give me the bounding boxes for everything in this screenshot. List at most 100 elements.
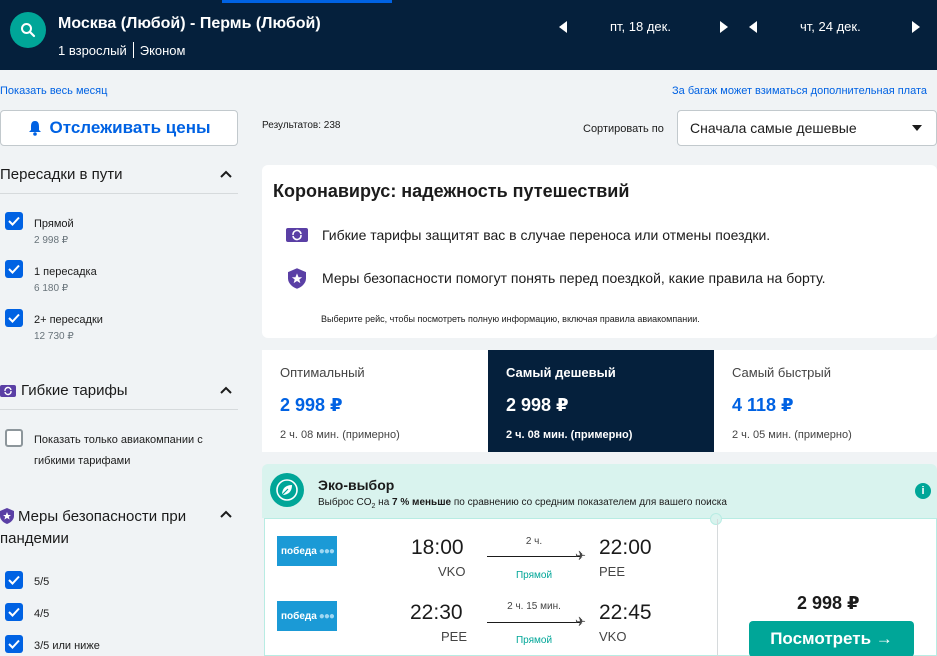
airline-logo: победа ●●● bbox=[277, 536, 337, 566]
stops-two-plus-checkbox[interactable] bbox=[5, 309, 23, 327]
tab-label: Оптимальный bbox=[280, 365, 365, 380]
leaf-icon bbox=[270, 473, 304, 507]
safety-4-checkbox[interactable] bbox=[5, 603, 23, 621]
prev-return-date-button[interactable] bbox=[746, 18, 760, 36]
stops-option-price: 2 998 ₽ bbox=[34, 235, 69, 246]
view-flight-button[interactable]: Посмотреть → bbox=[749, 621, 914, 656]
covid-safety-row: Меры безопасности помогут понять перед п… bbox=[286, 267, 826, 289]
check-icon bbox=[8, 313, 20, 323]
flex-fares-only-checkbox[interactable] bbox=[5, 429, 23, 447]
tab-duration: 2 ч. 08 мин. (примерно) bbox=[506, 429, 633, 441]
covid-flex-text: Гибкие тарифы защитят вас в случае перен… bbox=[322, 227, 771, 243]
safety-option-label: 4/5 bbox=[34, 608, 50, 620]
flight-duration: 2 ч. bbox=[525, 536, 543, 547]
check-icon bbox=[8, 607, 20, 617]
route-title[interactable]: Москва (Любой) - Пермь (Любой) bbox=[58, 15, 321, 33]
eco-desc-bold: 7 % меньше bbox=[392, 497, 452, 508]
chevron-up-icon bbox=[220, 386, 232, 394]
flexible-ticket-icon bbox=[286, 224, 308, 246]
safety-3-checkbox[interactable] bbox=[5, 635, 23, 653]
triangle-left-icon bbox=[749, 21, 757, 33]
safety-title-line2: пандемии bbox=[0, 530, 69, 547]
plane-icon: ✈ bbox=[575, 614, 586, 629]
caret-down-icon bbox=[912, 125, 922, 131]
sort-select[interactable]: Сначала самые дешевые bbox=[677, 110, 937, 146]
tab-fastest[interactable]: Самый быстрый 4 118 ₽ 2 ч. 05 мин. (прим… bbox=[714, 350, 937, 452]
logo-dots-icon: ●●● bbox=[318, 545, 335, 557]
safety-title-wrap: Меры безопасности при пандемии bbox=[0, 506, 186, 550]
search-icon bbox=[21, 23, 36, 38]
shield-icon bbox=[286, 267, 308, 289]
passenger-cabin-summary[interactable]: 1 взрослый Эконом bbox=[58, 42, 185, 58]
safety-title-lines: Меры безопасности при пандемии bbox=[0, 506, 187, 550]
tab-cheapest[interactable]: Самый дешевый 2 998 ₽ 2 ч. 08 мин. (прим… bbox=[488, 350, 714, 452]
stops-option-label: Прямой bbox=[34, 218, 74, 230]
check-icon bbox=[8, 575, 20, 585]
airline-logo: победа ●●● bbox=[277, 601, 337, 631]
ticket-notch bbox=[710, 513, 722, 525]
show-whole-month-link[interactable]: Показать весь месяц bbox=[0, 85, 107, 97]
stops-option-price: 6 180 ₽ bbox=[34, 283, 69, 294]
stops-option-label: 1 пересадка bbox=[34, 266, 97, 278]
safety-title-line1: Меры безопасности при bbox=[18, 508, 187, 525]
eco-choice-banner: Эко-выбор Выброс CO2 на 7 % меньше по ср… bbox=[262, 464, 937, 518]
stops-label: Прямой bbox=[515, 635, 553, 646]
check-icon bbox=[8, 216, 20, 226]
triangle-right-icon bbox=[720, 21, 728, 33]
tab-optimal[interactable]: Оптимальный 2 998 ₽ 2 ч. 08 мин. (пример… bbox=[262, 350, 488, 452]
divider bbox=[0, 193, 238, 194]
stops-one-checkbox[interactable] bbox=[5, 260, 23, 278]
flight-duration: 2 ч. 15 мин. bbox=[507, 601, 561, 612]
eco-title: Эко-выбор bbox=[318, 477, 395, 493]
depart-date[interactable]: пт, 18 дек. bbox=[610, 19, 671, 34]
airline-name: победа bbox=[281, 545, 317, 557]
track-prices-button[interactable]: Отслеживать цены bbox=[0, 110, 238, 146]
header-accent-bar bbox=[222, 0, 392, 3]
results-count: Результатов: 238 bbox=[262, 120, 341, 131]
flex-fares-title: Гибкие тарифы bbox=[21, 382, 128, 399]
departure-time: 22:30 bbox=[410, 601, 463, 624]
tab-duration: 2 ч. 08 мин. (примерно) bbox=[280, 429, 400, 441]
flex-fares-filter-header[interactable]: Гибкие тарифы bbox=[0, 382, 238, 399]
departure-airport: VKO bbox=[438, 564, 466, 579]
prev-depart-date-button[interactable] bbox=[556, 18, 570, 36]
arrival-airport: VKO bbox=[599, 629, 627, 644]
stops-label: Прямой bbox=[515, 570, 553, 581]
eco-desc-pre: Выброс CO bbox=[318, 497, 372, 508]
stops-filter-title: Пересадки в пути bbox=[0, 166, 123, 183]
stops-direct-checkbox[interactable] bbox=[5, 212, 23, 230]
eco-desc-mid: на bbox=[375, 497, 393, 508]
shield-icon bbox=[0, 508, 14, 524]
passengers-label: 1 взрослый bbox=[58, 42, 127, 58]
search-button[interactable] bbox=[10, 12, 46, 48]
eco-description: Выброс CO2 на 7 % меньше по сравнению со… bbox=[318, 497, 727, 510]
info-icon[interactable]: i bbox=[915, 483, 931, 499]
chevron-up-icon bbox=[220, 510, 232, 518]
arrival-time: 22:00 bbox=[599, 536, 652, 559]
track-prices-label: Отслеживать цены bbox=[49, 118, 211, 137]
baggage-fee-link[interactable]: За багаж может взиматься дополнительная … bbox=[672, 85, 927, 97]
next-depart-date-button[interactable] bbox=[717, 18, 731, 36]
safety-option-label: 3/5 или ниже bbox=[34, 640, 100, 652]
safety-5-checkbox[interactable] bbox=[5, 571, 23, 589]
search-summary-header: Москва (Любой) - Пермь (Любой) 1 взрослы… bbox=[0, 0, 937, 70]
departure-airport: PEE bbox=[441, 629, 468, 644]
chevron-up-icon bbox=[220, 170, 232, 178]
divider bbox=[717, 519, 718, 656]
bell-icon bbox=[28, 121, 41, 136]
divider bbox=[0, 409, 238, 410]
next-return-date-button[interactable] bbox=[909, 18, 923, 36]
cabin-label: Эконом bbox=[139, 42, 186, 58]
return-date[interactable]: чт, 24 дек. bbox=[800, 19, 861, 34]
stops-option-label: 2+ пересадки bbox=[34, 314, 103, 326]
stops-filter-header[interactable]: Пересадки в пути bbox=[0, 166, 238, 183]
flex-fares-option-line2: гибкими тарифами bbox=[34, 455, 131, 467]
arrival-time: 22:45 bbox=[599, 601, 652, 624]
check-icon bbox=[8, 639, 20, 649]
tab-label: Самый дешевый bbox=[506, 365, 616, 380]
route-line bbox=[487, 622, 581, 623]
logo-dots-icon: ●●● bbox=[318, 610, 335, 622]
flight-result-card[interactable]: победа ●●● 18:00 VKO 2 ч. ✈ Прямой 22:00 … bbox=[264, 513, 937, 656]
tab-price: 4 118 ₽ bbox=[732, 395, 794, 415]
safety-filter-header[interactable]: Меры безопасности при пандемии bbox=[0, 506, 238, 550]
